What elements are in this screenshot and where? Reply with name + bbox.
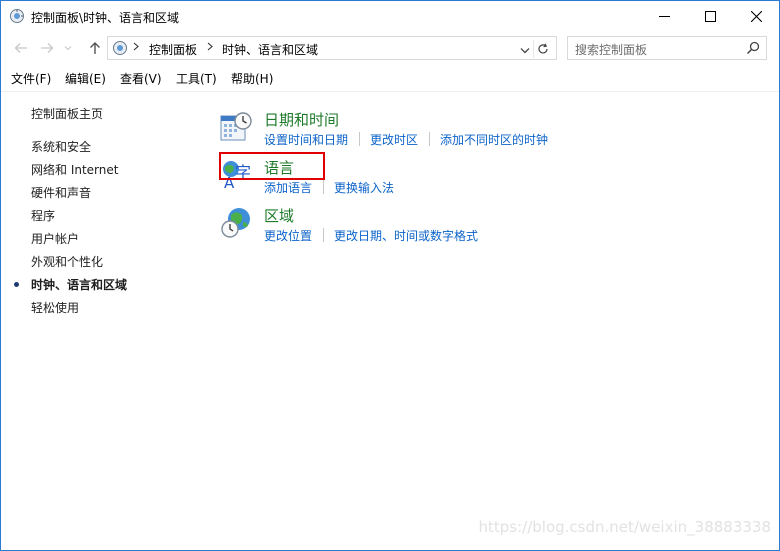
- menu-help[interactable]: 帮助(H): [231, 70, 273, 87]
- link-add-language[interactable]: 添加语言: [264, 179, 312, 196]
- watermark-text: https://blog.csdn.net/weixin_38883338: [478, 518, 771, 536]
- sidebar-home-link[interactable]: 控制面板主页: [31, 105, 103, 122]
- close-icon: [750, 11, 762, 22]
- up-button[interactable]: [85, 38, 105, 58]
- calendar-clock-icon[interactable]: [219, 111, 253, 145]
- search-placeholder: 搜索控制面板: [575, 43, 648, 57]
- link-divider: [323, 180, 324, 194]
- search-input[interactable]: 搜索控制面板: [567, 36, 767, 60]
- menu-view[interactable]: 查看(V): [120, 70, 162, 87]
- recent-locations-button[interactable]: [61, 38, 75, 58]
- link-change-input-method[interactable]: 更换输入法: [334, 179, 394, 196]
- search-icon[interactable]: [746, 41, 760, 58]
- navigation-row: 控制面板 时钟、语言和区域 搜索控制面板: [1, 34, 779, 62]
- address-dropdown-button[interactable]: [520, 43, 530, 57]
- sidebar-item-appearance[interactable]: 外观和个性化: [31, 253, 103, 270]
- title-bar: 控制面板\时钟、语言和区域: [1, 1, 779, 32]
- chevron-down-icon: [64, 46, 72, 51]
- globe-clock-icon[interactable]: [219, 206, 253, 240]
- control-panel-icon: [9, 8, 25, 24]
- sidebar-item-clock-language-region[interactable]: 时钟、语言和区域: [31, 276, 127, 293]
- sidebar-item-hardware-sound[interactable]: 硬件和声音: [31, 184, 91, 201]
- minimize-icon: [658, 16, 670, 17]
- link-divider: [323, 228, 324, 242]
- minimize-button[interactable]: [641, 1, 687, 32]
- refresh-icon: [538, 43, 548, 54]
- chevron-right-icon: [133, 42, 139, 54]
- chevron-down-icon: [520, 48, 530, 54]
- control-panel-window: 控制面板\时钟、语言和区域 控制面板 时钟、语言和区域 搜索控制面板 文件(F)…: [0, 0, 780, 551]
- link-divider: [359, 132, 360, 146]
- link-change-location[interactable]: 更改位置: [264, 227, 312, 244]
- menu-divider: [1, 91, 779, 92]
- category-title-date-time[interactable]: 日期和时间: [264, 109, 339, 130]
- maximize-button[interactable]: [687, 1, 733, 32]
- link-change-time-zone[interactable]: 更改时区: [370, 131, 418, 148]
- menu-file[interactable]: 文件(F): [11, 70, 51, 87]
- address-bar[interactable]: 控制面板 时钟、语言和区域: [107, 36, 557, 60]
- link-change-formats[interactable]: 更改日期、时间或数字格式: [334, 227, 478, 244]
- window-title: 控制面板\时钟、语言和区域: [31, 11, 180, 25]
- arrow-right-icon: [41, 43, 54, 53]
- category-title-region[interactable]: 区域: [264, 205, 294, 226]
- breadcrumb-control-panel[interactable]: 控制面板: [149, 41, 197, 58]
- link-divider: [429, 132, 430, 146]
- chevron-right-icon: [207, 42, 213, 54]
- sidebar-item-programs[interactable]: 程序: [31, 207, 55, 224]
- menu-edit[interactable]: 编辑(E): [65, 70, 106, 87]
- breadcrumb-clock-language-region[interactable]: 时钟、语言和区域: [222, 41, 318, 58]
- arrow-up-icon: [90, 42, 100, 54]
- menu-bar: 文件(F) 编辑(E) 查看(V) 工具(T) 帮助(H): [1, 67, 779, 89]
- sidebar-item-system-security[interactable]: 系统和安全: [31, 138, 91, 155]
- close-button[interactable]: [733, 1, 779, 32]
- highlight-box: [219, 152, 325, 180]
- sidebar-item-user-accounts[interactable]: 用户帐户: [31, 230, 79, 247]
- sidebar-item-ease-of-access[interactable]: 轻松使用: [31, 299, 79, 316]
- sidebar-item-network-internet[interactable]: 网络和 Internet: [31, 161, 118, 178]
- menu-tools[interactable]: 工具(T): [176, 70, 217, 87]
- maximize-icon: [704, 11, 716, 22]
- active-bullet-icon: [14, 282, 19, 287]
- arrow-left-icon: [14, 43, 27, 53]
- link-set-time-date[interactable]: 设置时间和日期: [264, 131, 348, 148]
- control-panel-icon: [112, 40, 128, 56]
- refresh-button[interactable]: [533, 40, 552, 58]
- back-button[interactable]: [11, 38, 31, 58]
- link-add-clocks[interactable]: 添加不同时区的时钟: [440, 131, 548, 148]
- forward-button[interactable]: [37, 38, 57, 58]
